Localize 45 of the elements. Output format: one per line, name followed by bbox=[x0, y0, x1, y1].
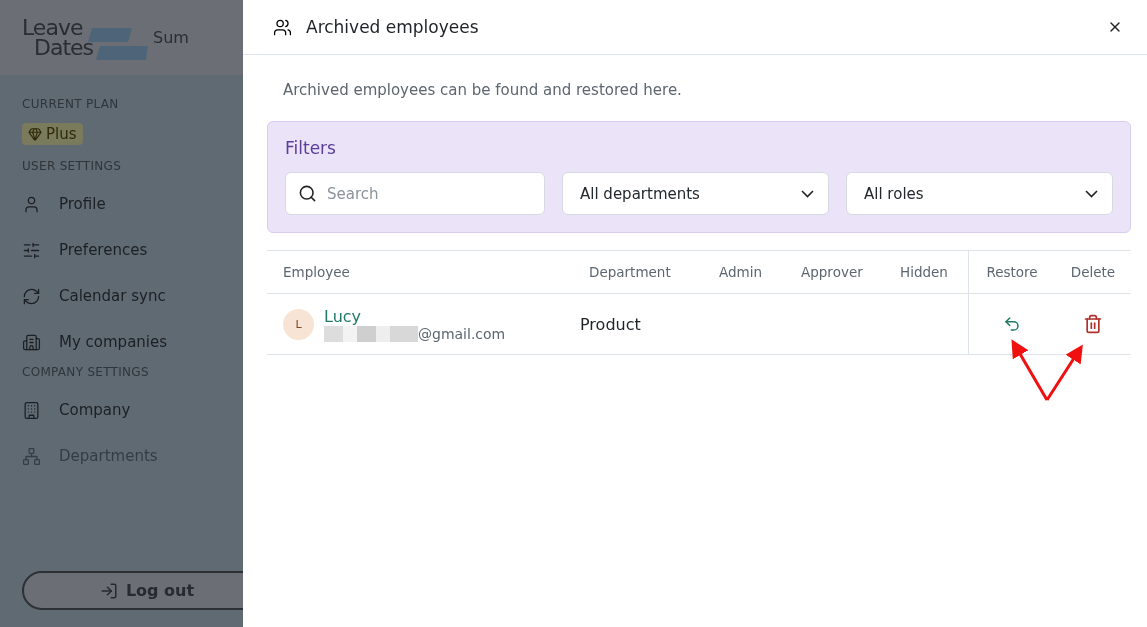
section-heading: USER SETTINGS bbox=[22, 159, 123, 175]
hierarchy-icon bbox=[22, 446, 41, 466]
sidebar-item[interactable]: Company bbox=[22, 387, 243, 433]
logo-text: Leave bbox=[22, 17, 83, 38]
employee-email: @gmail.com bbox=[418, 325, 506, 342]
description: Archived employees can be found and restored here. bbox=[282, 80, 683, 101]
filter-dropdown[interactable]: All departments bbox=[562, 172, 829, 215]
sidebar-item[interactable]: My companies bbox=[22, 319, 243, 365]
column-header: Employee bbox=[282, 263, 351, 282]
logo-text: Dates bbox=[34, 37, 94, 58]
logout-button[interactable]: Log out bbox=[22, 571, 243, 610]
sidebar-item[interactable]: Profile bbox=[22, 181, 243, 227]
employee-name[interactable]: Lucy bbox=[324, 306, 506, 326]
chevron-down-icon bbox=[801, 189, 814, 198]
login-arrow-icon bbox=[99, 581, 118, 600]
annotation-arrow bbox=[1011, 339, 1049, 401]
building-icon bbox=[22, 400, 41, 420]
filter-dropdown[interactable]: All roles bbox=[846, 172, 1113, 215]
chevron-down-icon bbox=[1085, 189, 1098, 198]
user-icon bbox=[22, 194, 41, 214]
sidebar-item[interactable]: Preferences bbox=[22, 227, 243, 273]
column-header: Department bbox=[588, 263, 672, 282]
buildings-icon bbox=[22, 332, 41, 352]
search-field[interactable]: Search bbox=[285, 172, 545, 215]
column-header: Approver bbox=[800, 263, 864, 282]
restore-button[interactable] bbox=[1003, 315, 1021, 333]
filters-title: Filters bbox=[285, 138, 337, 158]
avatar: L bbox=[283, 308, 314, 340]
column-header: Restore bbox=[968, 251, 1055, 293]
department-cell-text: Product bbox=[579, 314, 642, 334]
sync-icon bbox=[22, 286, 41, 306]
column-header: Hidden bbox=[899, 263, 949, 282]
section-heading: CURRENT PLAN bbox=[22, 97, 120, 113]
search-icon bbox=[298, 184, 317, 203]
annotation-arrow bbox=[1045, 344, 1083, 401]
section-heading: COMPANY SETTINGS bbox=[22, 365, 150, 381]
plan-badge: Plus bbox=[22, 123, 83, 145]
nav-tab[interactable]: Sum bbox=[153, 28, 189, 47]
column-header: Delete bbox=[1069, 263, 1117, 282]
users-icon bbox=[273, 17, 292, 37]
panel-title: Archived employees bbox=[306, 17, 480, 37]
column-header: Admin bbox=[718, 263, 764, 282]
sliders-icon bbox=[22, 240, 41, 260]
sidebar-item[interactable]: Calendar sync bbox=[22, 273, 243, 319]
delete-button[interactable] bbox=[1083, 314, 1103, 334]
